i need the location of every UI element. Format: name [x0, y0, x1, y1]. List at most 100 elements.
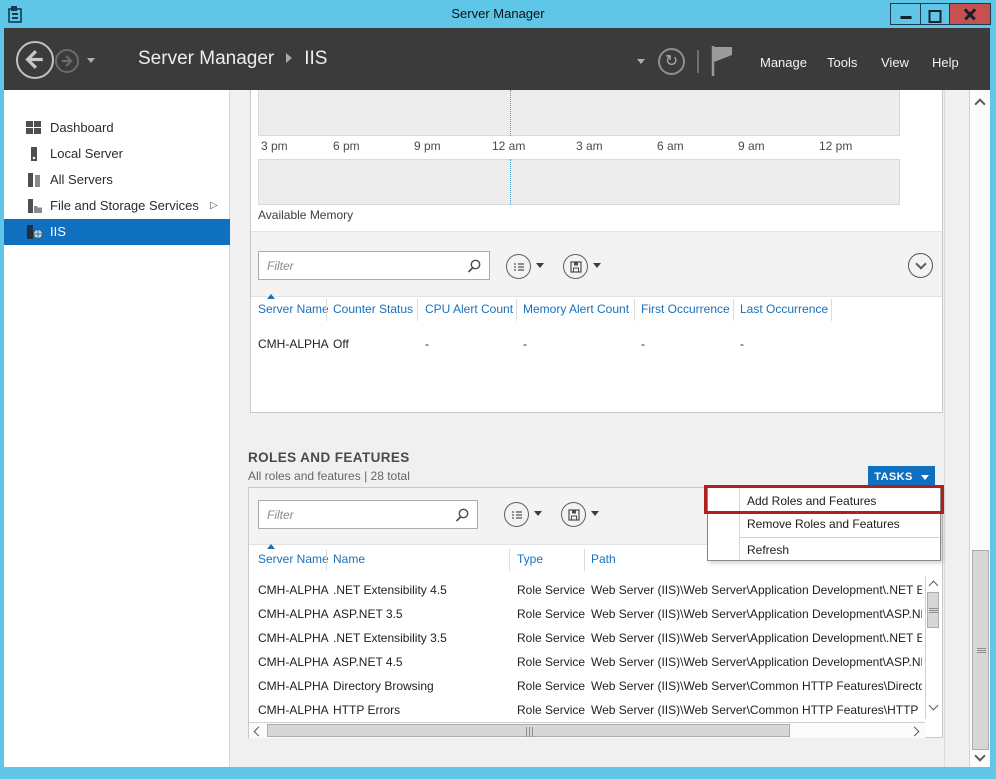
iis-icon	[26, 225, 44, 240]
menu-item-remove-roles[interactable]: Remove Roles and Features	[708, 513, 940, 535]
filter-criteria-caret-icon[interactable]	[536, 263, 544, 268]
chevron-down-icon	[915, 258, 926, 269]
table-horizontal-scrollbar[interactable]	[249, 722, 925, 738]
chart-cursor-line	[510, 159, 511, 205]
close-button[interactable]	[949, 3, 991, 25]
breadcrumb-dropdown-caret-icon[interactable]	[637, 59, 645, 64]
time-tick: 12 am	[492, 139, 525, 153]
scroll-down-icon[interactable]	[974, 750, 985, 761]
scroll-left-icon[interactable]	[254, 727, 264, 737]
column-header[interactable]: Path	[591, 552, 616, 566]
column-header[interactable]: First Occurrence	[641, 302, 730, 316]
list-icon	[513, 262, 525, 272]
back-button[interactable]	[16, 41, 54, 79]
time-tick: 9 am	[738, 139, 765, 153]
sidebar-item-file-storage-services[interactable]: File and Storage Services ▷	[4, 193, 230, 219]
maximize-button[interactable]	[920, 3, 950, 25]
save-query-caret-icon[interactable]	[593, 263, 601, 268]
refresh-icon: ↻	[665, 53, 678, 70]
menu-help[interactable]: Help	[932, 55, 959, 70]
column-header[interactable]: CPU Alert Count	[425, 302, 513, 316]
scrollbar-thumb[interactable]	[927, 592, 939, 628]
scroll-right-icon[interactable]	[910, 727, 920, 737]
column-header[interactable]: Last Occurrence	[740, 302, 828, 316]
nav-history-caret-icon[interactable]	[87, 58, 95, 63]
table-row[interactable]: CMH-ALPHA ASP.NET 3.5 Role Service Web S…	[0, 602, 996, 626]
window-title: Server Manager	[0, 6, 996, 21]
chart-cursor-line	[510, 90, 511, 136]
menu-view[interactable]: View	[881, 55, 909, 70]
save-query-caret-icon[interactable]	[591, 511, 599, 516]
column-header[interactable]: Name	[333, 552, 365, 566]
tasks-caret-icon	[921, 475, 929, 480]
local-server-icon	[26, 147, 42, 161]
roles-filter-input[interactable]	[258, 500, 478, 529]
column-header[interactable]: Type	[517, 552, 543, 566]
time-tick: 3 am	[576, 139, 603, 153]
time-tick: 12 pm	[819, 139, 852, 153]
sidebar-item-local-server[interactable]: Local Server	[4, 141, 230, 167]
server-manager-window: Server Manager Server Manager IIS ↻ Manag…	[0, 0, 996, 779]
breadcrumb-root[interactable]: Server Manager	[138, 48, 274, 69]
table-row[interactable]: CMH-ALPHA HTTP Errors Role Service Web S…	[0, 698, 996, 722]
time-tick: 6 pm	[333, 139, 360, 153]
menu-item-refresh[interactable]: Refresh	[708, 539, 940, 561]
title-bar: Server Manager	[0, 0, 996, 28]
save-query-button[interactable]	[561, 502, 586, 527]
main-vertical-scrollbar[interactable]	[969, 90, 990, 767]
time-tick: 3 pm	[261, 139, 288, 153]
column-header[interactable]: Memory Alert Count	[523, 302, 629, 316]
section-subtitle: All roles and features | 28 total	[248, 469, 410, 483]
table-vertical-scrollbar[interactable]	[925, 576, 940, 719]
table-row[interactable]: CMH-ALPHA Off - - - -	[0, 332, 996, 356]
save-query-button[interactable]	[563, 254, 588, 279]
table-row[interactable]: CMH-ALPHA ASP.NET 4.5 Role Service Web S…	[0, 650, 996, 674]
collapse-section-button[interactable]	[908, 253, 933, 278]
performance-filter-input[interactable]	[258, 251, 490, 280]
column-header[interactable]: Server Name	[258, 302, 329, 316]
file-storage-icon	[26, 199, 42, 213]
forward-arrow-icon	[57, 51, 77, 71]
filter-criteria-button[interactable]	[504, 502, 529, 527]
disk-icon	[570, 261, 582, 273]
column-header[interactable]: Counter Status	[333, 302, 413, 316]
cpu-chart-panel	[258, 90, 900, 136]
table-row[interactable]: CMH-ALPHA Directory Browsing Role Servic…	[0, 674, 996, 698]
time-tick: 9 pm	[414, 139, 441, 153]
sidebar-item-all-servers[interactable]: All Servers	[4, 167, 230, 193]
dashboard-icon	[26, 121, 42, 135]
filter-criteria-caret-icon[interactable]	[534, 511, 542, 516]
refresh-button[interactable]: ↻	[658, 48, 685, 75]
time-tick: 6 am	[657, 139, 684, 153]
disk-icon	[568, 509, 580, 521]
minimize-button[interactable]	[890, 3, 921, 25]
scroll-up-icon[interactable]	[929, 581, 939, 591]
search-icon	[454, 507, 470, 523]
scrollbar-thumb[interactable]	[267, 724, 790, 737]
column-header[interactable]: Server Name	[258, 552, 329, 566]
sort-ascending-icon	[267, 294, 275, 299]
menu-manage[interactable]: Manage	[760, 55, 807, 70]
sidebar-item-iis[interactable]: IIS	[4, 219, 230, 245]
sort-ascending-icon	[267, 544, 275, 549]
filter-criteria-button[interactable]	[506, 254, 531, 279]
scroll-up-icon[interactable]	[974, 98, 985, 109]
memory-chart-panel	[258, 159, 900, 205]
expand-arrow-icon[interactable]: ▷	[210, 193, 218, 219]
notification-flag-icon[interactable]	[710, 44, 736, 78]
back-arrow-icon	[18, 43, 51, 76]
table-row[interactable]: CMH-ALPHA .NET Extensibility 3.5 Role Se…	[0, 626, 996, 650]
section-title: ROLES AND FEATURES	[248, 450, 410, 465]
forward-button[interactable]	[55, 49, 79, 73]
annotation-highlight	[704, 485, 944, 514]
search-icon	[466, 258, 482, 274]
scroll-down-icon[interactable]	[929, 701, 939, 711]
breadcrumb: Server Manager IIS	[138, 48, 327, 74]
scrollbar-thumb[interactable]	[972, 550, 989, 750]
table-row[interactable]: CMH-ALPHA .NET Extensibility 4.5 Role Se…	[0, 578, 996, 602]
sidebar-item-dashboard[interactable]: Dashboard	[4, 115, 230, 141]
chart-caption: Available Memory	[258, 208, 353, 222]
menu-tools[interactable]: Tools	[827, 55, 857, 70]
breadcrumb-current: IIS	[304, 48, 327, 69]
breadcrumb-separator-icon	[286, 53, 292, 63]
